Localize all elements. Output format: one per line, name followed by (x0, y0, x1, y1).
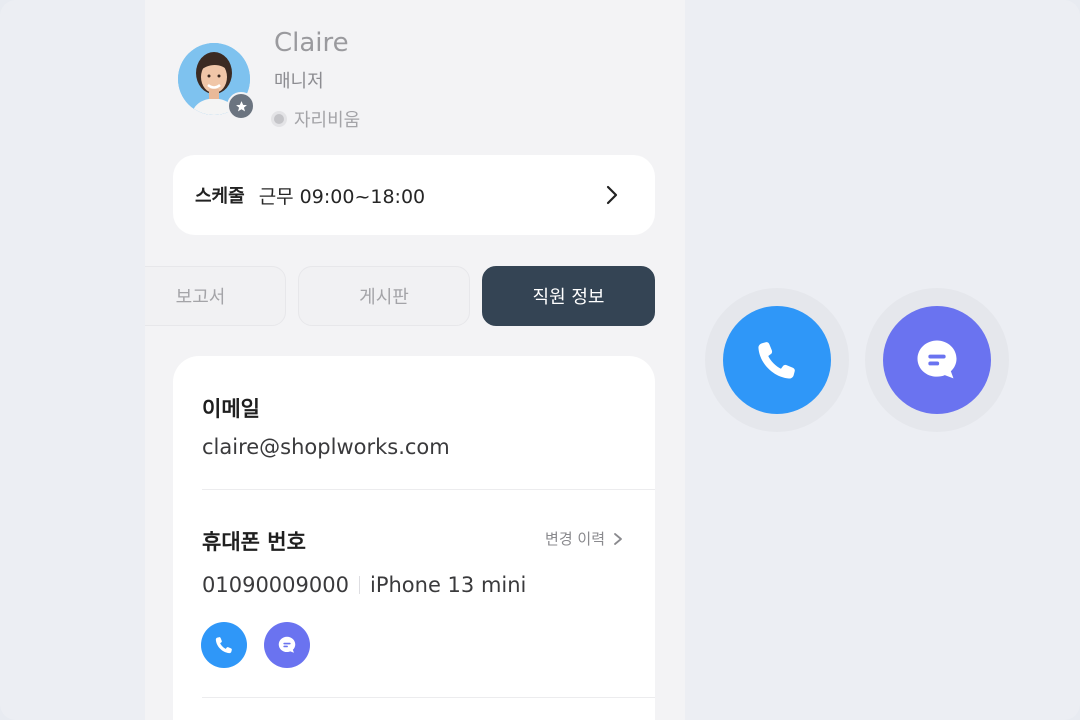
profile-header: Claire 매니저 자리비움 (145, 0, 685, 150)
message-button-ring (865, 288, 1009, 432)
phone-row: 01090009000 iPhone 13 mini (202, 573, 526, 597)
profile-name: Claire (274, 28, 349, 58)
call-button-ring (705, 288, 849, 432)
phone-number[interactable]: 01090009000 (202, 573, 349, 597)
profile-role: 매니저 (274, 71, 324, 92)
separator (358, 576, 360, 594)
tab-employee-info[interactable]: 직원 정보 (482, 266, 655, 326)
employee-profile-screen: Claire 매니저 자리비움 스케줄 근무 09:00~18:00 보고서 게… (145, 0, 685, 720)
phone-icon (215, 637, 232, 654)
chevron-right-icon (614, 532, 622, 545)
presence-status: 자리비움 (274, 106, 360, 132)
call-button-small[interactable] (201, 622, 247, 668)
email-value[interactable]: claire@shoplworks.com (202, 435, 450, 459)
device-name: iPhone 13 mini (369, 573, 527, 597)
status-dot-icon (274, 114, 284, 124)
schedule-card[interactable]: 스케줄 근무 09:00~18:00 (173, 155, 655, 235)
schedule-time: 근무 09:00~18:00 (258, 185, 426, 208)
message-button-small[interactable] (264, 622, 310, 668)
phone-icon (758, 342, 795, 379)
chat-bubble-icon (917, 340, 957, 379)
tab-bar: 보고서 게시판 직원 정보 (145, 266, 685, 328)
chat-bubble-icon (278, 636, 296, 653)
divider (202, 697, 655, 698)
change-history-label: 변경 이력 (545, 530, 605, 548)
email-label: 이메일 (202, 397, 260, 421)
schedule-label: 스케줄 (195, 186, 245, 207)
tab-board[interactable]: 게시판 (298, 266, 470, 326)
status-label: 자리비움 (294, 110, 361, 131)
employee-info-card: 이메일 claire@shoplworks.com 휴대폰 번호 변경 이력 0… (173, 356, 655, 720)
message-button-large[interactable] (883, 306, 991, 414)
star-icon (235, 100, 247, 111)
app-stage: Claire 매니저 자리비움 스케줄 근무 09:00~18:00 보고서 게… (0, 0, 1080, 720)
change-history-link[interactable]: 변경 이력 (545, 528, 625, 549)
chevron-right-icon (606, 185, 618, 205)
phone-label: 휴대폰 번호 (202, 530, 306, 554)
divider (202, 489, 655, 490)
star-badge (227, 92, 255, 120)
call-button-large[interactable] (723, 306, 831, 414)
tab-report[interactable]: 보고서 (145, 266, 286, 326)
